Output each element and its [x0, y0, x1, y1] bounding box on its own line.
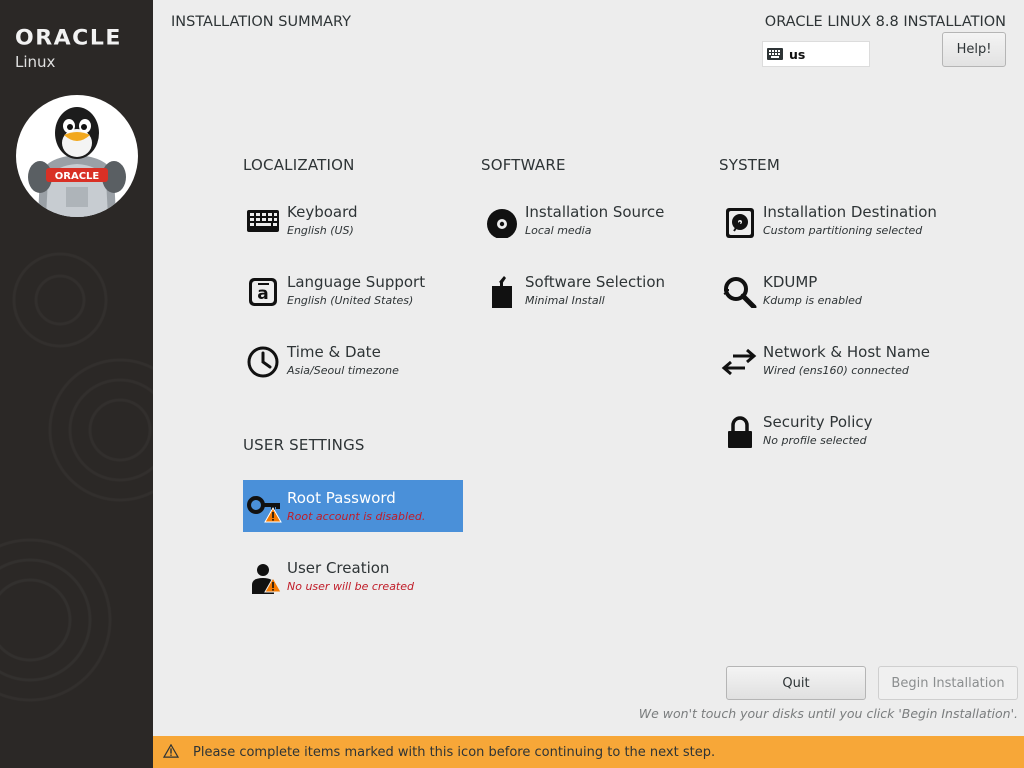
brand-sub: Linux [15, 53, 56, 71]
spoke-status: Asia/Seoul timezone [287, 364, 399, 377]
help-button[interactable]: Help! [942, 32, 1006, 67]
spoke-status: Root account is disabled. [287, 510, 426, 523]
spoke-label: Security Policy [763, 413, 873, 431]
spoke-user-creation[interactable]: User Creation No user will be created [243, 550, 463, 602]
svg-text:a: a [257, 284, 268, 304]
sidebar: ORACLE Linux ORACLE [0, 0, 153, 768]
spoke-status: Wired (ens160) connected [763, 364, 909, 377]
brand-name: ORACLE [15, 26, 122, 51]
spoke-network-hostname[interactable]: Network & Host Name Wired (ens160) conne… [719, 334, 939, 386]
spoke-software-selection[interactable]: Software Selection Minimal Install [481, 264, 701, 316]
clock-icon [245, 342, 281, 378]
spoke-security-policy[interactable]: Security Policy No profile selected [719, 404, 939, 456]
spoke-status: Kdump is enabled [763, 294, 862, 307]
spoke-status: English (US) [287, 224, 354, 237]
section-user-settings: USER SETTINGS [243, 436, 365, 454]
spoke-label: Software Selection [525, 273, 666, 291]
product-title: ORACLE LINUX 8.8 INSTALLATION [764, 14, 1006, 30]
tux-mascot-image: ORACLE [16, 95, 138, 217]
language-icon: a [245, 272, 281, 308]
section-software: SOFTWARE [481, 156, 566, 174]
begin-installation-button[interactable]: Begin Installation [878, 666, 1018, 700]
spoke-label: Network & Host Name [763, 343, 931, 361]
key-icon [245, 488, 282, 524]
page-title: INSTALLATION SUMMARY [171, 14, 352, 30]
disk-note: We won't touch your disks until you clic… [638, 706, 1018, 721]
magnifier-icon [721, 272, 757, 308]
keyboard-icon [245, 202, 281, 238]
spoke-label: Root Password [287, 489, 396, 507]
section-localization: LOCALIZATION [243, 156, 355, 174]
network-arrows-icon [721, 342, 757, 378]
oracle-linux-logo: ORACLE Linux [15, 26, 122, 71]
warning-icon [264, 577, 282, 593]
spoke-time-date[interactable]: Time & Date Asia/Seoul timezone [243, 334, 463, 386]
spoke-label: User Creation [287, 559, 390, 577]
spoke-status: Custom partitioning selected [763, 224, 923, 237]
keyboard-layout-value: us [789, 46, 806, 62]
warning-icon [162, 743, 180, 762]
spoke-status: Local media [525, 224, 592, 237]
harddisk-icon [721, 202, 757, 238]
mascot-badge-text: ORACLE [55, 171, 100, 182]
spoke-label: Installation Source [525, 203, 665, 221]
spoke-root-password[interactable]: Root Password Root account is disabled. [243, 480, 463, 532]
spoke-installation-destination[interactable]: Installation Destination Custom partitio… [719, 194, 939, 246]
spoke-keyboard[interactable]: Keyboard English (US) [243, 194, 463, 246]
spoke-status: English (United States) [287, 294, 414, 307]
section-system: SYSTEM [719, 156, 780, 174]
spoke-label: Installation Destination [763, 203, 937, 221]
spoke-language-support[interactable]: a Language Support English (United State… [243, 264, 463, 316]
spoke-status: No profile selected [763, 434, 867, 447]
disc-icon [483, 202, 519, 238]
lock-icon [721, 412, 757, 448]
keyboard-layout-indicator[interactable]: us [762, 41, 870, 67]
spoke-label: Language Support [287, 273, 426, 291]
spoke-label: Keyboard [287, 203, 358, 221]
spoke-status: Minimal Install [525, 294, 605, 307]
spoke-label: KDUMP [763, 273, 818, 291]
spoke-label: Time & Date [287, 343, 381, 361]
spoke-installation-source[interactable]: Installation Source Local media [481, 194, 701, 246]
warning-bar: Please complete items marked with this i… [153, 736, 1024, 768]
package-icon [483, 272, 519, 308]
spoke-status: No user will be created [287, 580, 414, 593]
spoke-kdump[interactable]: KDUMP Kdump is enabled [719, 264, 939, 316]
keyboard-icon [767, 45, 783, 64]
user-icon [245, 558, 282, 594]
quit-button[interactable]: Quit [726, 666, 866, 700]
warning-icon [264, 507, 282, 523]
warning-text: Please complete items marked with this i… [193, 744, 716, 760]
